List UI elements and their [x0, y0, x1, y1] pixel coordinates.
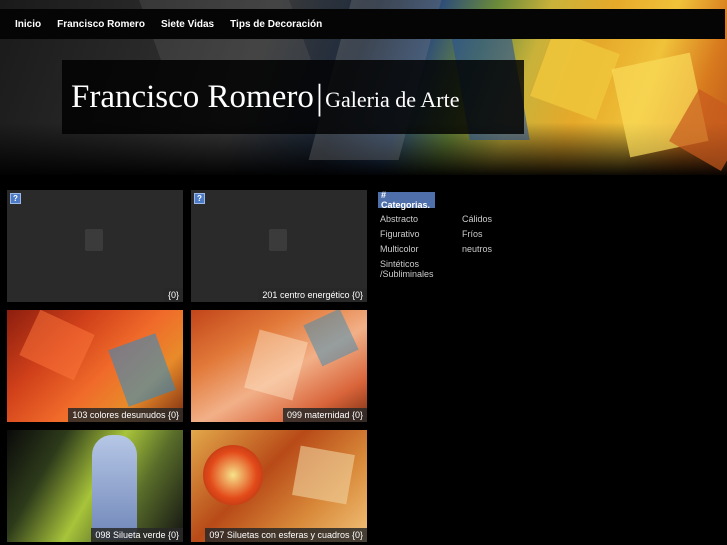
- site-title-box: Francisco Romero | Galeria de Arte: [62, 60, 524, 134]
- painting-thumbnail: [244, 329, 308, 401]
- nav-siete-vidas[interactable]: Siete Vidas: [161, 19, 214, 30]
- painting-thumbnail: [19, 310, 95, 381]
- painting-thumbnail: [108, 333, 176, 407]
- tile-caption[interactable]: 099 maternidad {0}: [282, 408, 367, 422]
- category-sinteticos[interactable]: Sintéticos: [380, 259, 419, 269]
- gallery-tile[interactable]: ? {0}: [7, 190, 183, 302]
- category-multicolor[interactable]: Multicolor: [380, 244, 419, 254]
- painting-thumbnail: [292, 445, 355, 505]
- nav-inicio[interactable]: Inicio: [15, 19, 41, 30]
- site-title[interactable]: Francisco Romero: [71, 79, 314, 116]
- banner-art-patch: [530, 30, 620, 120]
- tile-caption[interactable]: 103 colores desunudos {0}: [68, 408, 183, 422]
- document-placeholder-icon: [85, 229, 103, 251]
- category-subliminales[interactable]: /Subliminales: [380, 269, 434, 279]
- broken-image-icon: ?: [10, 193, 21, 204]
- title-separator: |: [315, 77, 324, 117]
- nav-tips-decoracion[interactable]: Tips de Decoración: [230, 19, 322, 30]
- category-frios[interactable]: Fríos: [462, 229, 483, 239]
- painting-thumbnail: [203, 445, 263, 505]
- gallery-tile[interactable]: 099 maternidad {0}: [191, 310, 367, 422]
- tile-caption[interactable]: 098 Silueta verde {0}: [91, 528, 183, 542]
- document-placeholder-icon: [269, 229, 287, 251]
- broken-image-icon: ?: [194, 193, 205, 204]
- top-navigation: Inicio Francisco Romero Siete Vidas Tips…: [0, 9, 725, 39]
- tile-caption[interactable]: 097 Siluetas con esferas y cuadros {0}: [205, 528, 367, 542]
- category-figurativo[interactable]: Figurativo: [380, 229, 420, 239]
- painting-thumbnail: [92, 435, 137, 540]
- gallery-tile[interactable]: 098 Silueta verde {0}: [7, 430, 183, 542]
- painting-thumbnail: [303, 310, 359, 367]
- category-neutros[interactable]: neutros: [462, 244, 492, 254]
- site-subtitle: Galeria de Arte: [325, 87, 460, 112]
- gallery-tile[interactable]: ? 201 centro energético {0}: [191, 190, 367, 302]
- categories-heading: # Categorias.: [378, 190, 435, 210]
- gallery-tile[interactable]: 097 Siluetas con esferas y cuadros {0}: [191, 430, 367, 542]
- tile-caption[interactable]: 201 centro energético {0}: [258, 288, 367, 302]
- nav-francisco-romero[interactable]: Francisco Romero: [57, 19, 145, 30]
- tile-caption[interactable]: {0}: [163, 288, 183, 302]
- category-calidos[interactable]: Cálidos: [462, 214, 492, 224]
- category-abstracto[interactable]: Abstracto: [380, 214, 418, 224]
- gallery-tile[interactable]: 103 colores desunudos {0}: [7, 310, 183, 422]
